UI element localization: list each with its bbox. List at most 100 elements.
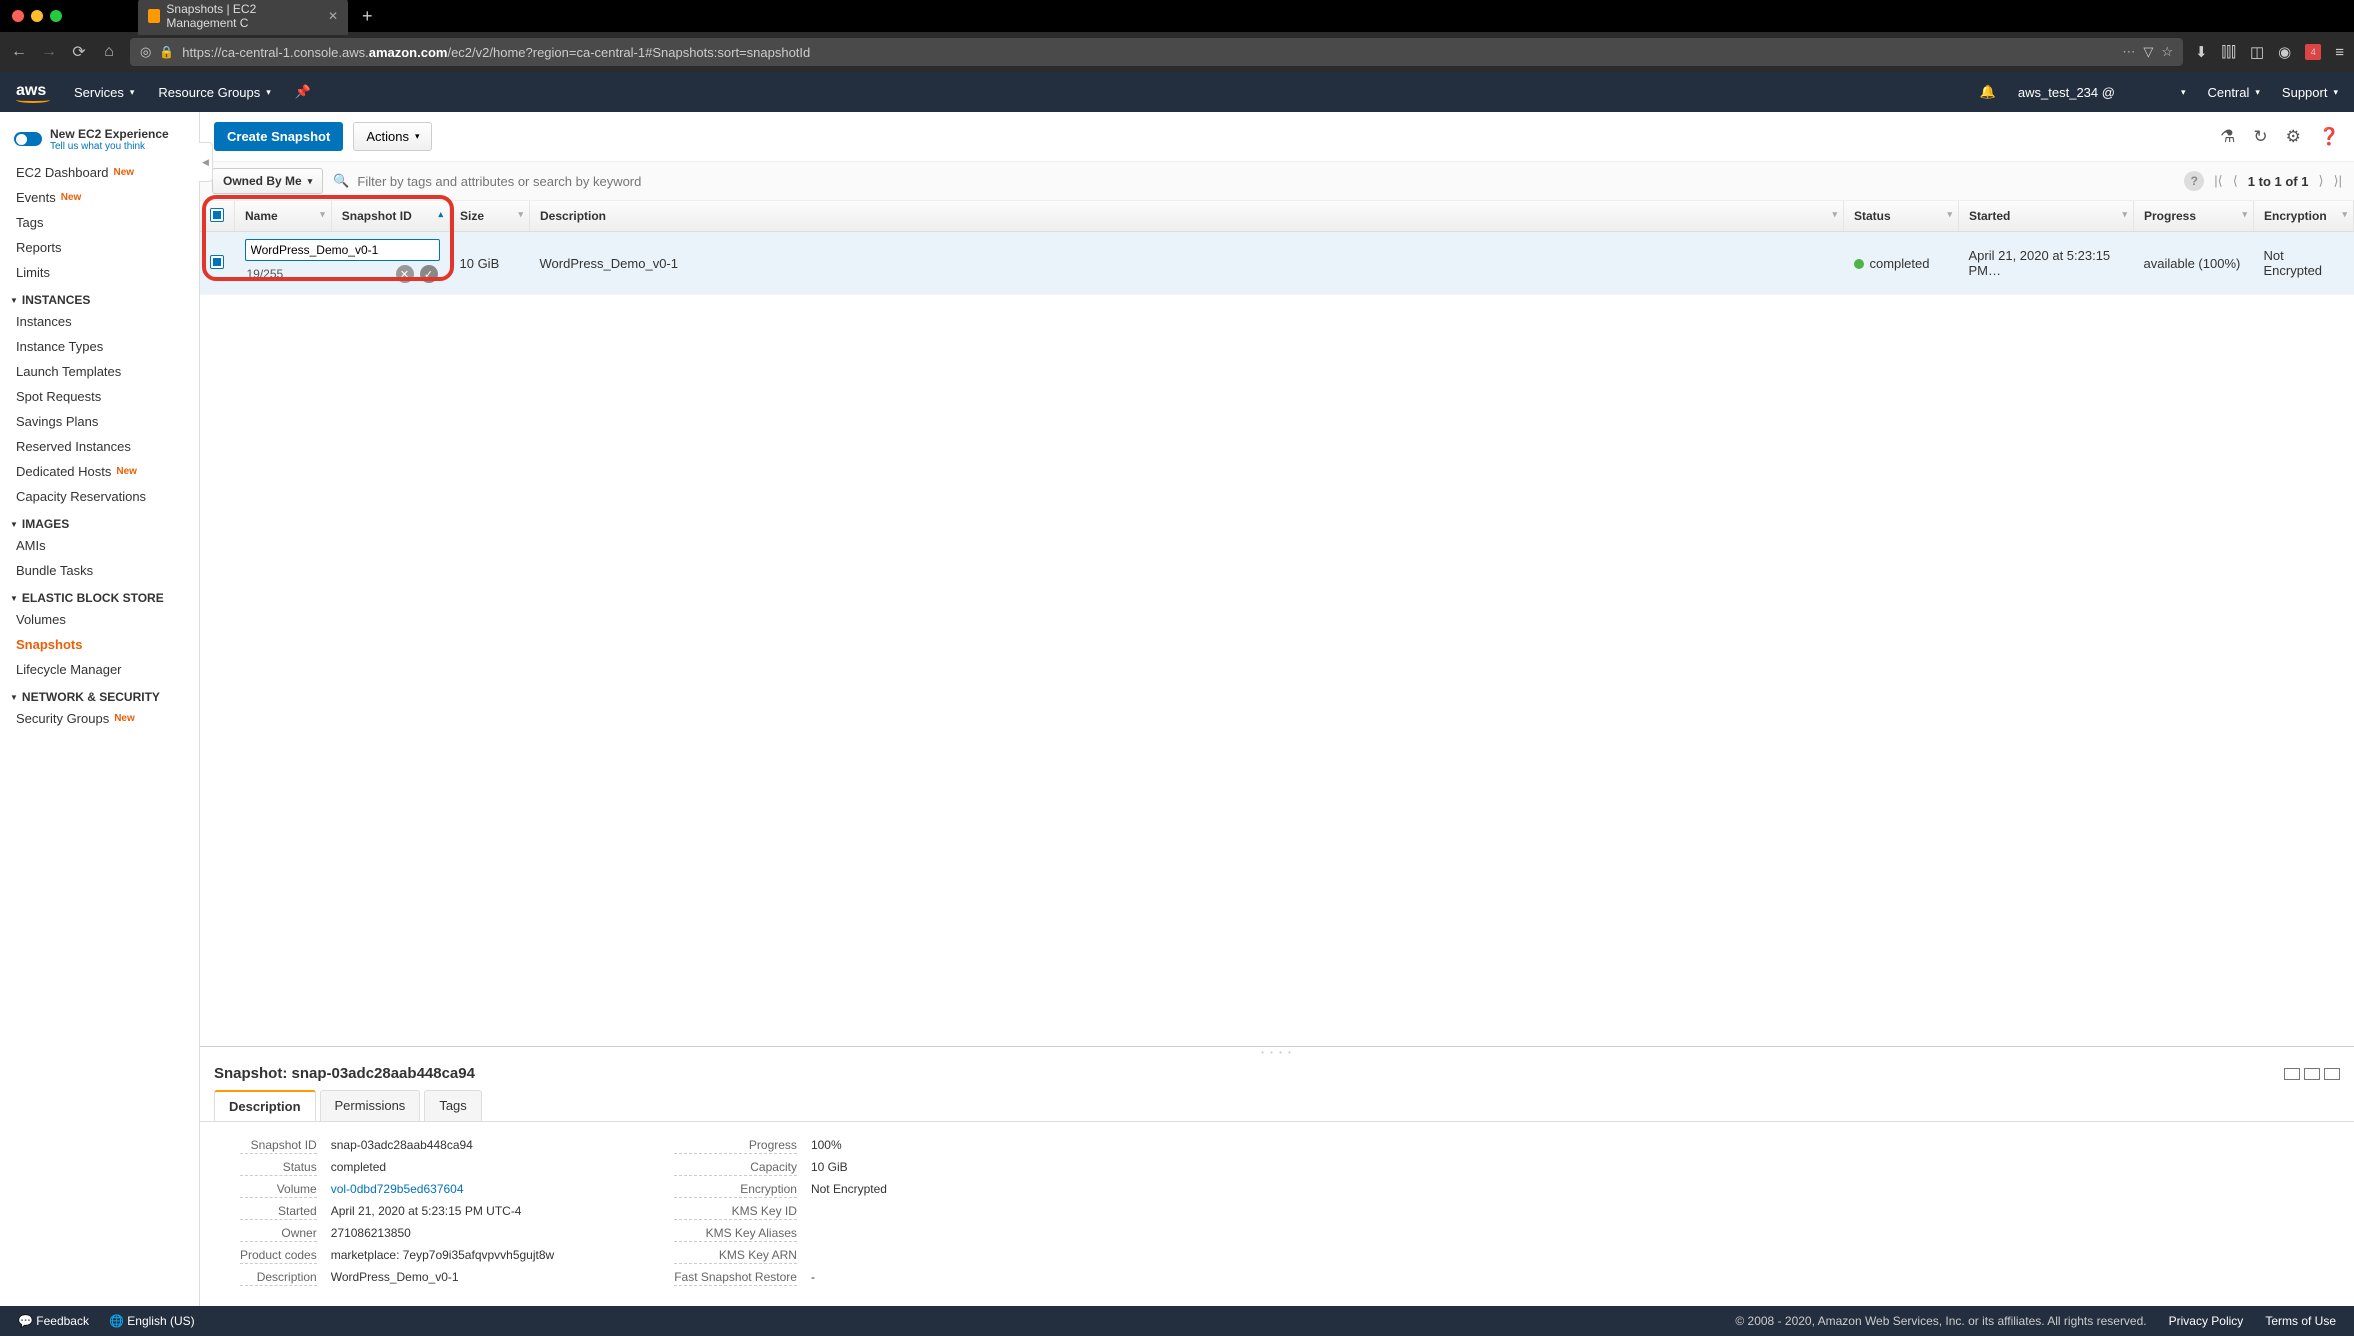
- filter-help-icon[interactable]: ?: [2184, 171, 2204, 191]
- bookmark-star-icon[interactable]: ☆: [2161, 44, 2173, 60]
- pager-last-icon[interactable]: ⟩|: [2334, 173, 2342, 189]
- favicon-icon: [148, 9, 160, 23]
- confirm-edit-icon[interactable]: ✓: [420, 265, 438, 283]
- panel-drag-handle[interactable]: • • • •: [200, 1047, 2354, 1057]
- ownership-filter[interactable]: Owned By Me▾: [212, 168, 323, 194]
- ec2-sidebar: New EC2 ExperienceTell us what you think…: [0, 112, 200, 1306]
- menu-icon[interactable]: ≡: [2335, 44, 2344, 61]
- sidebar-amis[interactable]: AMIs: [0, 533, 199, 558]
- tab-permissions[interactable]: Permissions: [320, 1090, 421, 1121]
- col-progress[interactable]: Progress: [2144, 209, 2196, 223]
- select-all-checkbox[interactable]: [210, 208, 224, 222]
- bell-icon[interactable]: 🔔: [1980, 84, 1996, 100]
- cancel-edit-icon[interactable]: ✕: [396, 265, 414, 283]
- col-status[interactable]: Status: [1854, 209, 1891, 223]
- sidebar-limits[interactable]: Limits: [0, 260, 199, 285]
- sidebar-group-network[interactable]: NETWORK & SECURITY: [0, 682, 199, 706]
- sidebar-reserved[interactable]: Reserved Instances: [0, 434, 199, 459]
- status-dot-icon: [1854, 259, 1864, 269]
- main-content: ◀ Create Snapshot Actions▾ ⚗ ↻ ⚙ ❓ Owned…: [200, 112, 2354, 1306]
- sidebar-events[interactable]: EventsNew: [0, 185, 199, 210]
- layout-buttons[interactable]: [2284, 1068, 2340, 1080]
- col-description[interactable]: Description: [540, 209, 606, 223]
- region-menu[interactable]: Central▾: [2207, 85, 2259, 100]
- account-menu[interactable]: aws_test_234 @▾: [2018, 85, 2186, 100]
- gear-icon[interactable]: ⚙: [2286, 127, 2301, 147]
- reload-button[interactable]: ⟳: [70, 42, 88, 62]
- pin-icon[interactable]: 📌: [295, 84, 311, 100]
- volume-link[interactable]: vol-0dbd729b5ed637604: [331, 1182, 464, 1196]
- language-selector[interactable]: 🌐 English (US): [109, 1314, 195, 1328]
- forward-button[interactable]: →: [40, 43, 58, 61]
- copyright-text: © 2008 - 2020, Amazon Web Services, Inc.…: [1735, 1314, 2146, 1328]
- sidebar-capacity[interactable]: Capacity Reservations: [0, 484, 199, 509]
- extension-badge-icon[interactable]: 4: [2305, 44, 2321, 60]
- new-tab-button[interactable]: +: [356, 6, 379, 27]
- support-menu[interactable]: Support▾: [2282, 85, 2338, 100]
- url-bar[interactable]: ◎ 🔒 https://ca-central-1.console.aws.ama…: [130, 38, 2183, 66]
- col-encryption[interactable]: Encryption: [2264, 209, 2327, 223]
- pager-prev-icon[interactable]: ⟨: [2233, 173, 2238, 189]
- browser-chrome: Snapshots | EC2 Management C ✕ + ← → ⟳ ⌂…: [0, 0, 2354, 72]
- library-icon[interactable]: ⫿⫿⫿: [2222, 44, 2236, 61]
- table-row[interactable]: 19/255 ✕ ✓ 10 GiB WordPress_Demo_v0-1 co…: [200, 232, 2354, 295]
- name-edit-input[interactable]: [245, 239, 440, 261]
- sidebar-bundle[interactable]: Bundle Tasks: [0, 558, 199, 583]
- sidebar-dashboard[interactable]: EC2 DashboardNew: [0, 160, 199, 185]
- window-controls[interactable]: [8, 10, 62, 22]
- pager-next-icon[interactable]: ⟩: [2318, 173, 2323, 189]
- sidebar-snapshots[interactable]: Snapshots: [0, 632, 199, 657]
- flask-icon[interactable]: ⚗: [2220, 127, 2235, 147]
- services-menu[interactable]: Services▾: [74, 85, 134, 100]
- resource-groups-menu[interactable]: Resource Groups▾: [158, 85, 270, 100]
- sidebar-launch-templates[interactable]: Launch Templates: [0, 359, 199, 384]
- row-checkbox[interactable]: [210, 255, 224, 269]
- sidebar-spot[interactable]: Spot Requests: [0, 384, 199, 409]
- sidebar-icon[interactable]: ◫: [2250, 43, 2264, 61]
- sidebar-group-images[interactable]: IMAGES: [0, 509, 199, 533]
- tab-tags[interactable]: Tags: [424, 1090, 481, 1121]
- help-icon[interactable]: ❓: [2319, 127, 2340, 147]
- sidebar-volumes[interactable]: Volumes: [0, 607, 199, 632]
- sidebar-tags[interactable]: Tags: [0, 210, 199, 235]
- feedback-link[interactable]: 💬 Feedback: [18, 1314, 89, 1328]
- actions-dropdown[interactable]: Actions▾: [353, 122, 432, 151]
- browser-toolbar: ← → ⟳ ⌂ ◎ 🔒 https://ca-central-1.console…: [0, 32, 2354, 72]
- sidebar-savings[interactable]: Savings Plans: [0, 409, 199, 434]
- col-started[interactable]: Started: [1969, 209, 2010, 223]
- create-snapshot-button[interactable]: Create Snapshot: [214, 122, 343, 151]
- detail-panel: • • • • Snapshot: snap-03adc28aab448ca94…: [200, 1046, 2354, 1306]
- sidebar-collapse-handle[interactable]: ◀: [199, 142, 213, 182]
- back-button[interactable]: ←: [10, 43, 28, 61]
- terms-link[interactable]: Terms of Use: [2265, 1314, 2336, 1328]
- search-input[interactable]: [357, 174, 2176, 189]
- detail-left-column: Snapshot IDsnap-03adc28aab448ca94 Status…: [240, 1138, 554, 1286]
- sidebar-group-ebs[interactable]: ELASTIC BLOCK STORE: [0, 583, 199, 607]
- sidebar-instance-types[interactable]: Instance Types: [0, 334, 199, 359]
- privacy-link[interactable]: Privacy Policy: [2169, 1314, 2244, 1328]
- account-icon[interactable]: ◉: [2278, 43, 2291, 61]
- col-name[interactable]: Name: [245, 209, 278, 223]
- pager-first-icon[interactable]: |⟨: [2214, 173, 2222, 189]
- detail-tabs: Description Permissions Tags: [200, 1090, 2354, 1122]
- downloads-icon[interactable]: ⬇: [2195, 43, 2208, 61]
- browser-tab[interactable]: Snapshots | EC2 Management C ✕: [138, 0, 348, 35]
- sidebar-instances[interactable]: Instances: [0, 309, 199, 334]
- refresh-icon[interactable]: ↻: [2253, 127, 2267, 147]
- sidebar-reports[interactable]: Reports: [0, 235, 199, 260]
- cell-size: 10 GiB: [450, 232, 530, 295]
- aws-logo[interactable]: aws: [16, 82, 50, 103]
- sidebar-security-groups[interactable]: Security GroupsNew: [0, 706, 199, 731]
- new-experience-toggle[interactable]: New EC2 ExperienceTell us what you think: [0, 122, 199, 160]
- col-snapshot-id[interactable]: Snapshot ID: [342, 209, 412, 223]
- reader-icon[interactable]: ▽: [2143, 44, 2153, 60]
- detail-right-column: Progress100% Capacity10 GiB EncryptionNo…: [674, 1138, 887, 1286]
- col-size[interactable]: Size: [460, 209, 484, 223]
- sidebar-dedicated[interactable]: Dedicated HostsNew: [0, 459, 199, 484]
- tab-description[interactable]: Description: [214, 1090, 316, 1121]
- tab-close-icon[interactable]: ✕: [328, 9, 338, 23]
- toggle-icon[interactable]: [14, 132, 42, 146]
- home-button[interactable]: ⌂: [100, 43, 118, 61]
- sidebar-lifecycle[interactable]: Lifecycle Manager: [0, 657, 199, 682]
- sidebar-group-instances[interactable]: INSTANCES: [0, 285, 199, 309]
